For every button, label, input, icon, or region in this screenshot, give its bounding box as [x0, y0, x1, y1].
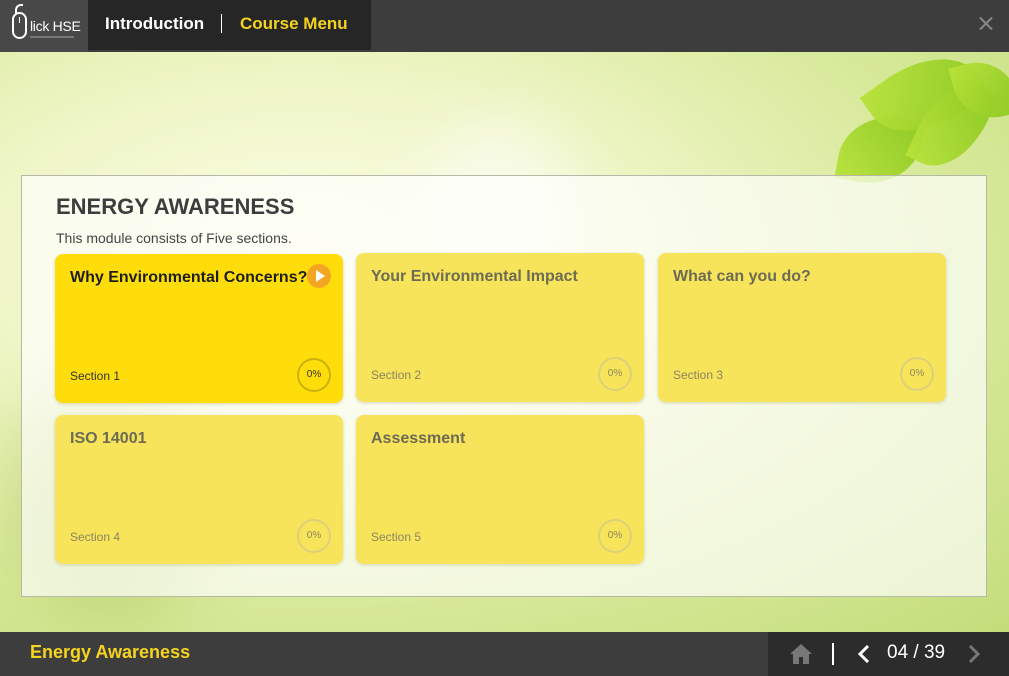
- tab-course-menu[interactable]: Course Menu: [240, 14, 348, 34]
- progress-indicator: 0%: [297, 358, 331, 392]
- chevron-right-icon[interactable]: [964, 644, 984, 664]
- section-card-5[interactable]: Assessment Section 5 0%: [356, 415, 644, 564]
- tab-introduction[interactable]: Introduction: [105, 14, 204, 34]
- progress-indicator: 0%: [900, 357, 934, 391]
- progress-indicator: 0%: [598, 357, 632, 391]
- progress-indicator: 0%: [598, 519, 632, 553]
- module-description: This module consists of Five sections.: [56, 230, 292, 246]
- section-card-4[interactable]: ISO 14001 Section 4 0%: [55, 415, 343, 564]
- section-title: Assessment: [371, 430, 466, 447]
- bottom-bar: Energy Awareness 04 / 39: [0, 632, 1009, 676]
- logo-text: lick HSE: [30, 18, 81, 34]
- section-title: Why Environmental Concerns?: [70, 269, 308, 286]
- section-title: ISO 14001: [70, 430, 147, 447]
- home-icon[interactable]: [788, 642, 814, 666]
- close-icon[interactable]: [976, 14, 996, 34]
- play-icon[interactable]: [307, 264, 331, 288]
- section-title: Your Environmental Impact: [371, 268, 578, 285]
- clickhse-logo: lick HSE: [0, 0, 88, 52]
- page-indicator: 04 / 39: [887, 642, 946, 663]
- section-label: Section 3: [673, 368, 724, 382]
- section-card-3[interactable]: What can you do? Section 3 0%: [658, 253, 946, 402]
- top-bar: lick HSE Introduction Course Menu: [0, 0, 1009, 52]
- logo-tagline: [30, 36, 74, 38]
- chevron-left-icon[interactable]: [854, 644, 874, 664]
- tab-divider: [221, 14, 222, 33]
- module-title: ENERGY AWARENESS: [56, 194, 295, 219]
- page-navigation: 04 / 39: [768, 632, 1009, 676]
- section-label: Section 5: [371, 530, 422, 544]
- mouse-logo-icon: [12, 12, 27, 39]
- section-card-1[interactable]: Why Environmental Concerns? Section 1 0%: [55, 254, 343, 403]
- nav-divider: [832, 643, 834, 665]
- section-title: What can you do?: [673, 268, 811, 285]
- section-label: Section 1: [70, 369, 121, 383]
- section-card-2[interactable]: Your Environmental Impact Section 2 0%: [356, 253, 644, 402]
- section-label: Section 4: [70, 530, 121, 544]
- course-name: Energy Awareness: [30, 642, 191, 662]
- progress-indicator: 0%: [297, 519, 331, 553]
- section-label: Section 2: [371, 368, 422, 382]
- course-menu-panel: ENERGY AWARENESS This module consists of…: [21, 175, 987, 597]
- header-tabs: Introduction Course Menu: [88, 0, 371, 50]
